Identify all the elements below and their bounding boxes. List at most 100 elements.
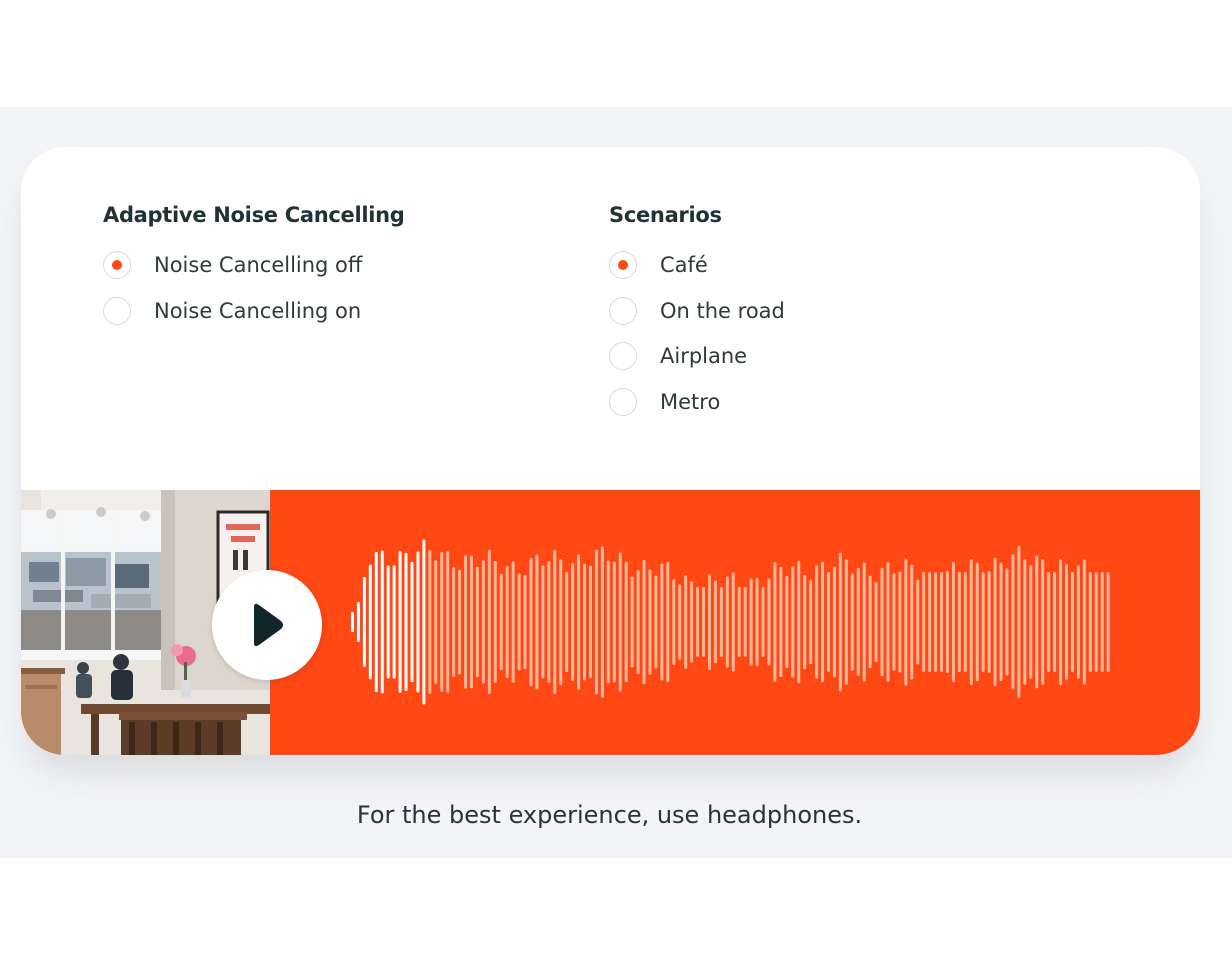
radio-button[interactable] — [609, 387, 637, 416]
anc-group-title: Adaptive Noise Cancelling — [103, 203, 405, 227]
waveform-bar — [892, 573, 896, 671]
radio-selected-dot — [111, 259, 122, 270]
scenario-option-on-the-road[interactable]: On the road — [609, 296, 785, 329]
waveform-bar — [684, 575, 688, 669]
waveform-bar — [666, 561, 670, 683]
waveform-bar — [535, 554, 539, 690]
waveform-bar — [458, 569, 462, 675]
waveform-bar — [993, 557, 997, 687]
waveform-bar — [1082, 559, 1086, 685]
scenario-option-metro[interactable]: Metro — [609, 387, 722, 420]
waveform-bar — [963, 572, 967, 672]
scenario-option-airplane[interactable]: Airplane — [609, 342, 747, 374]
waveform-bar — [791, 566, 795, 678]
waveform-bar — [761, 587, 765, 657]
waveform-bar — [618, 552, 622, 692]
audio-waveform — [351, 539, 1110, 705]
waveform-bar-played — [422, 539, 426, 705]
waveform-bar — [672, 579, 676, 665]
waveform-bar — [499, 573, 503, 671]
waveform-bar — [541, 565, 545, 679]
waveform-bar — [749, 578, 753, 666]
waveform-bar — [803, 574, 807, 670]
waveform-bar — [464, 555, 468, 689]
waveform-bar — [934, 572, 938, 672]
radio-button[interactable] — [103, 251, 131, 279]
anc-radio-group: Adaptive Noise Cancelling Noise Cancelli… — [103, 203, 405, 342]
waveform-bar — [946, 570, 949, 674]
waveform-bar-played — [380, 550, 384, 694]
anc-option-on[interactable]: Noise Cancelling on — [103, 296, 405, 329]
waveform-bar — [505, 566, 509, 678]
waveform-bar — [981, 572, 985, 672]
waveform-bar — [553, 550, 557, 694]
waveform-bar — [815, 565, 819, 679]
radio-button[interactable] — [103, 296, 131, 325]
waveform-bar — [1070, 572, 1074, 672]
waveform-bar — [1011, 554, 1015, 690]
waveform-bar — [511, 561, 515, 683]
waveform-bar — [660, 563, 664, 681]
waveform-bar — [797, 560, 801, 684]
waveform-bar-played — [404, 552, 408, 692]
scenarios-radio-group: Scenarios Café On the road Airplane Metr… — [609, 203, 785, 433]
waveform-bar — [1053, 572, 1057, 672]
radio-button[interactable] — [609, 251, 637, 279]
waveform-bar — [1059, 559, 1063, 685]
waveform-bar — [600, 546, 604, 698]
waveform-bar — [642, 559, 646, 685]
waveform-bar — [737, 587, 741, 657]
waveform-bar — [916, 579, 920, 665]
waveform-bar — [725, 576, 729, 668]
waveform-bar — [470, 555, 473, 689]
waveform-bar-played — [416, 551, 420, 693]
waveform-bar — [559, 559, 563, 685]
waveform-bar — [785, 575, 789, 669]
waveform-bar — [523, 574, 527, 670]
waveform-bar — [809, 579, 813, 665]
waveform-bar — [1106, 572, 1110, 672]
waveform-bar — [690, 581, 694, 663]
waveform-bar — [1017, 546, 1021, 698]
waveform-bar — [969, 559, 973, 685]
waveform-bar — [648, 569, 652, 675]
waveform-bar — [1023, 559, 1027, 685]
waveform-bar — [755, 577, 759, 667]
waveform-bar — [1047, 572, 1051, 672]
scenario-option-metro-label: Metro — [660, 389, 721, 414]
waveform-bar-played — [392, 565, 396, 679]
waveform-bar — [856, 568, 860, 676]
anc-option-off-label: Noise Cancelling off — [154, 253, 363, 277]
waveform-bar — [922, 572, 926, 672]
waveform-bar — [565, 571, 569, 673]
waveform-bar — [702, 587, 706, 657]
waveform-bar — [529, 557, 533, 687]
waveform-bar-played — [374, 551, 378, 693]
scenario-option-airplane-label: Airplane — [660, 344, 748, 368]
scenario-option-cafe[interactable]: Café — [609, 251, 722, 283]
waveform-bar — [678, 584, 682, 660]
waveform-bar — [898, 571, 902, 673]
waveform-bar — [886, 562, 890, 682]
waveform-bar — [606, 560, 610, 684]
waveform-bar — [779, 566, 783, 678]
waveform-bar — [844, 559, 848, 685]
waveform-bar — [1100, 572, 1104, 672]
waveform-bar — [999, 562, 1003, 682]
waveform-bar-played — [386, 565, 390, 679]
waveform-bar — [594, 549, 598, 695]
noise-demo-card: Adaptive Noise Cancelling Noise Cancelli… — [21, 147, 1200, 755]
radio-button[interactable] — [609, 296, 637, 325]
scenarios-group-title: Scenarios — [609, 203, 722, 227]
radio-button[interactable] — [609, 342, 637, 370]
waveform-bar — [446, 551, 450, 693]
anc-option-off[interactable]: Noise Cancelling off — [103, 251, 405, 283]
waveform-bar — [868, 575, 872, 669]
waveform-bar — [452, 567, 456, 677]
waveform-bar — [975, 562, 979, 682]
waveform-bar — [832, 566, 836, 678]
waveform-bar — [487, 549, 491, 695]
waveform-bar — [1029, 565, 1033, 679]
waveform-bar — [1094, 572, 1098, 672]
play-button[interactable] — [212, 570, 322, 680]
